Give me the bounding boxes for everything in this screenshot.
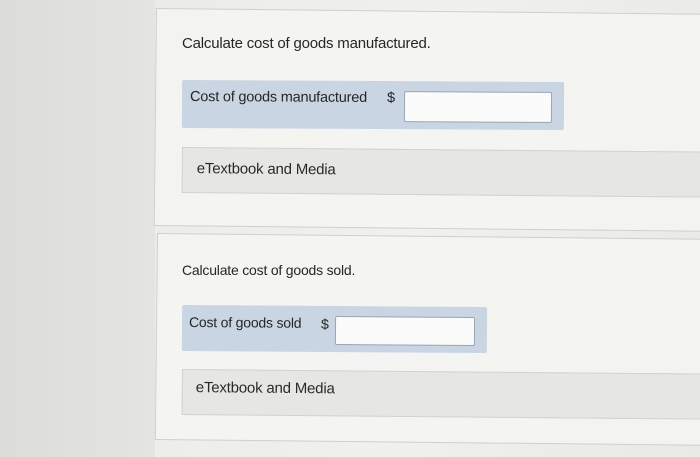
answer-row-cost-of-goods-manufactured: Cost of goods manufactured $ [181, 80, 565, 130]
cost-of-goods-sold-input[interactable] [334, 316, 476, 346]
cost-of-goods-manufactured-label: Cost of goods manufactured [189, 89, 368, 106]
etextbook-media-link-2[interactable]: eTextbook and Media [181, 369, 700, 420]
currency-symbol: $ [320, 315, 329, 332]
etextbook-media-label: eTextbook and Media [195, 379, 335, 398]
currency-symbol: $ [386, 90, 396, 107]
question-1-prompt: Calculate cost of goods manufactured. [182, 35, 431, 52]
cost-of-goods-sold-label: Cost of goods sold [188, 313, 302, 331]
question-2-prompt: Calculate cost of goods sold. [182, 262, 356, 278]
cost-of-goods-manufactured-input[interactable] [403, 91, 553, 123]
etextbook-media-label: eTextbook and Media [196, 160, 336, 179]
left-margin-area [0, 0, 155, 457]
etextbook-media-link-1[interactable]: eTextbook and Media [181, 147, 700, 198]
answer-row-cost-of-goods-sold: Cost of goods sold $ [181, 304, 488, 354]
